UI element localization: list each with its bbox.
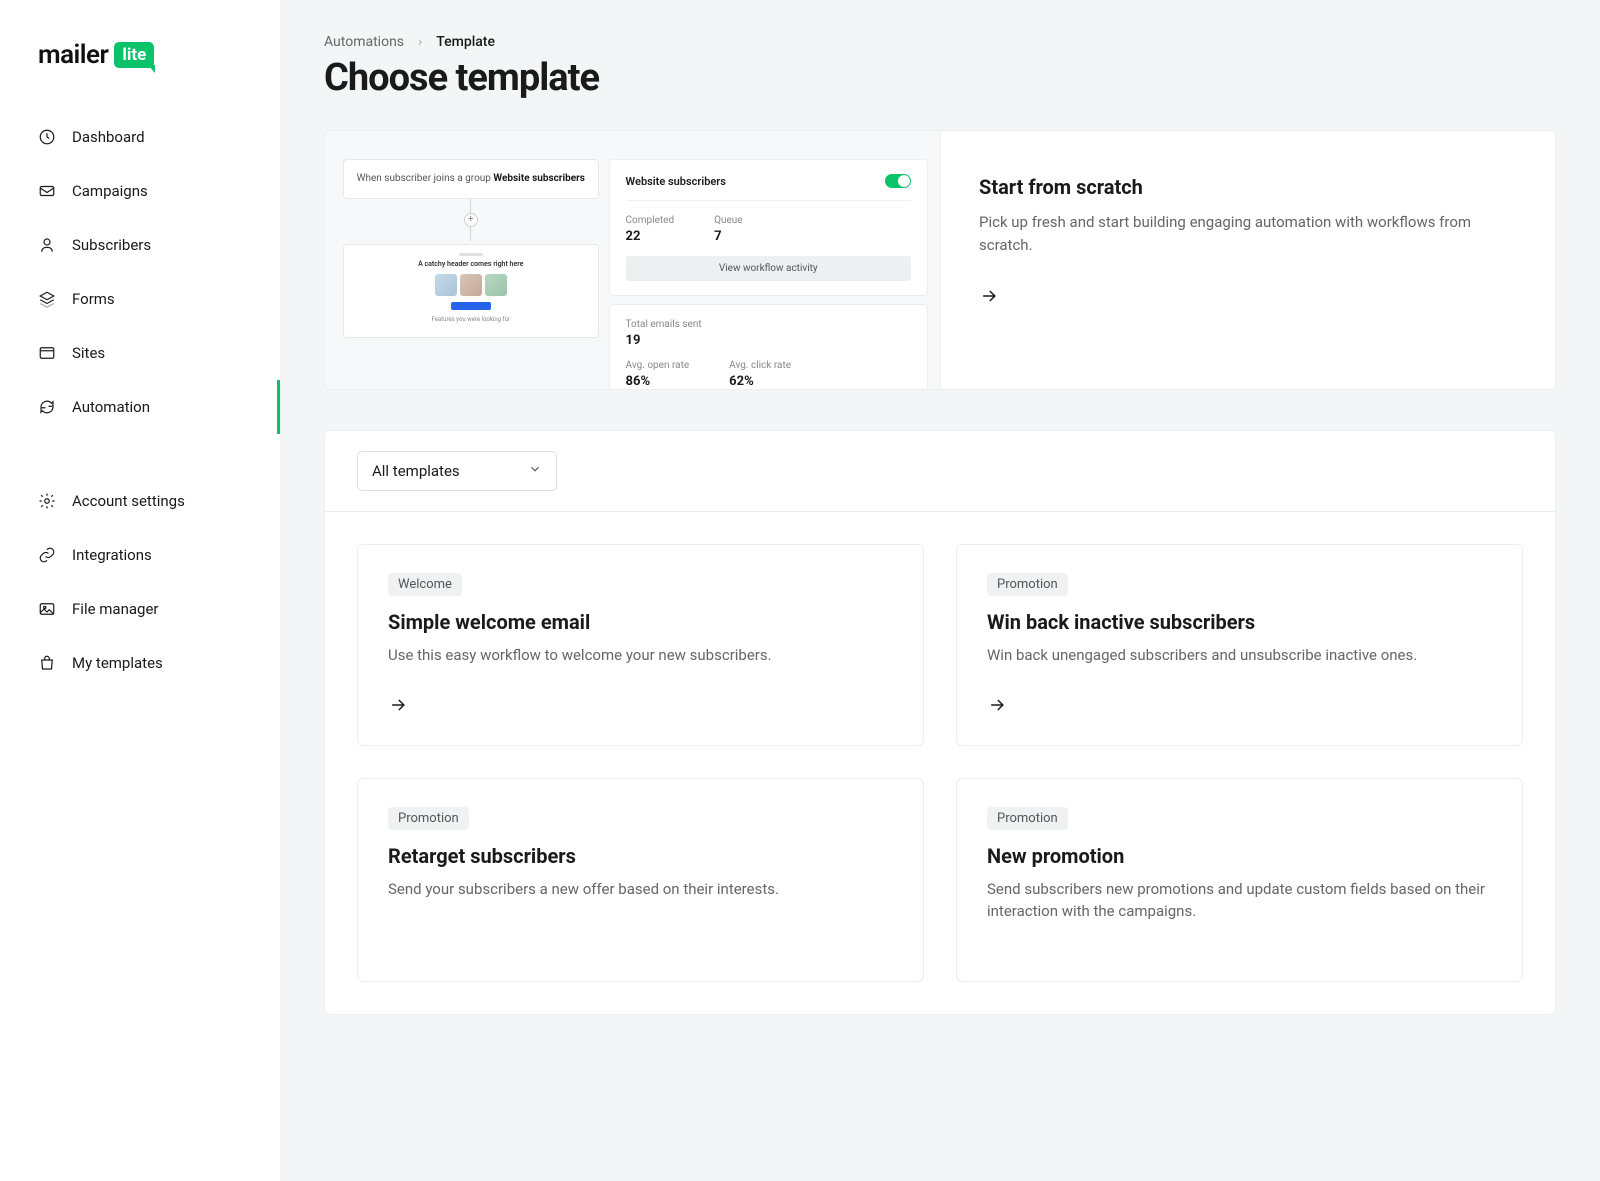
link-icon (38, 546, 56, 564)
template-tag: Promotion (987, 573, 1068, 596)
nav-label: Subscribers (72, 236, 151, 254)
workflow-add-step: + (464, 213, 478, 227)
nav-label: My templates (72, 654, 163, 672)
nav-my-templates[interactable]: My templates (0, 636, 280, 690)
hero-content[interactable]: Start from scratch Pick up fresh and sta… (940, 131, 1555, 389)
template-card[interactable]: Promotion Retarget subscribers Send your… (357, 778, 924, 982)
nav-integrations[interactable]: Integrations (0, 528, 280, 582)
layers-icon (38, 290, 56, 308)
refresh-icon (38, 398, 56, 416)
logo-badge: lite (114, 42, 154, 68)
workflow-preview: When subscriber joins a group Website su… (343, 159, 599, 389)
breadcrumb: Automations › Template (324, 34, 1556, 50)
hero-arrow-button[interactable] (979, 286, 999, 306)
template-description: Use this easy workflow to welcome your n… (388, 644, 893, 667)
nav-account-settings[interactable]: Account settings (0, 474, 280, 528)
nav-label: Automation (72, 398, 150, 416)
nav-subscribers[interactable]: Subscribers (0, 218, 280, 272)
clock-icon (38, 128, 56, 146)
nav-campaigns[interactable]: Campaigns (0, 164, 280, 218)
nav-label: Forms (72, 290, 115, 308)
hero-description: Pick up fresh and start building engagin… (979, 211, 1517, 256)
template-tag: Promotion (987, 807, 1068, 830)
breadcrumb-parent[interactable]: Automations (324, 34, 404, 50)
template-title: Simple welcome email (388, 610, 893, 634)
gear-icon (38, 492, 56, 510)
arrow-right-icon[interactable] (987, 695, 1007, 715)
nav-sites[interactable]: Sites (0, 326, 280, 380)
breadcrumb-current: Template (436, 34, 495, 50)
main-content: Automations › Template Choose template W… (280, 0, 1600, 1181)
user-icon (38, 236, 56, 254)
chevron-down-icon (528, 462, 542, 480)
templates-grid: Welcome Simple welcome email Use this ea… (325, 512, 1555, 1014)
template-title: Retarget subscribers (388, 844, 893, 868)
mail-icon (38, 182, 56, 200)
chevron-right-icon: › (418, 34, 422, 50)
image-icon (38, 600, 56, 618)
nav-file-manager[interactable]: File manager (0, 582, 280, 636)
nav-automation[interactable]: Automation (0, 380, 280, 434)
secondary-nav: Account settings Integrations File manag… (0, 474, 280, 690)
toggle-icon (885, 174, 911, 188)
logo[interactable]: mailer lite (0, 30, 280, 110)
page-title: Choose template (324, 56, 1556, 100)
arrow-right-icon[interactable] (388, 695, 408, 715)
stats-card-top: Website subscribers Completed22 Queue7 V… (609, 159, 928, 296)
stats-preview: Website subscribers Completed22 Queue7 V… (609, 159, 928, 389)
template-tag: Promotion (388, 807, 469, 830)
nav-label: Dashboard (72, 128, 145, 146)
template-filter-select[interactable]: All templates (357, 451, 557, 491)
hero-preview: When subscriber joins a group Website su… (325, 131, 940, 389)
workflow-trigger-node: When subscriber joins a group Website su… (343, 159, 599, 199)
stats-title: Website subscribers (626, 175, 726, 188)
workflow-email-preview: A catchy header comes right here Feature… (343, 244, 599, 338)
template-description: Win back unengaged subscribers and unsub… (987, 644, 1492, 667)
stats-card-bottom: Total emails sent19 Avg. open rate86% Av… (609, 304, 928, 389)
select-value: All templates (372, 462, 460, 480)
nav-label: File manager (72, 600, 158, 618)
window-icon (38, 344, 56, 362)
hero-card: When subscriber joins a group Website su… (324, 130, 1556, 390)
template-description: Send your subscribers a new offer based … (388, 878, 893, 901)
template-card[interactable]: Promotion Win back inactive subscribers … (956, 544, 1523, 746)
template-title: New promotion (987, 844, 1492, 868)
template-title: Win back inactive subscribers (987, 610, 1492, 634)
nav-dashboard[interactable]: Dashboard (0, 110, 280, 164)
bag-icon (38, 654, 56, 672)
template-tag: Welcome (388, 573, 462, 596)
template-description: Send subscribers new promotions and upda… (987, 878, 1492, 923)
nav-label: Sites (72, 344, 105, 362)
workflow-activity-button: View workflow activity (626, 256, 911, 281)
template-card[interactable]: Welcome Simple welcome email Use this ea… (357, 544, 924, 746)
filter-bar: All templates (325, 431, 1555, 512)
nav-label: Campaigns (72, 182, 148, 200)
logo-text: mailer (38, 40, 108, 70)
nav-forms[interactable]: Forms (0, 272, 280, 326)
nav-label: Account settings (72, 492, 185, 510)
sidebar: mailer lite Dashboard Campaigns Subscrib… (0, 0, 280, 1181)
nav-label: Integrations (72, 546, 152, 564)
primary-nav: Dashboard Campaigns Subscribers Forms Si… (0, 110, 280, 434)
hero-title: Start from scratch (979, 175, 1517, 199)
template-card[interactable]: Promotion New promotion Send subscribers… (956, 778, 1523, 982)
templates-section: All templates Welcome Simple welcome ema… (324, 430, 1556, 1015)
